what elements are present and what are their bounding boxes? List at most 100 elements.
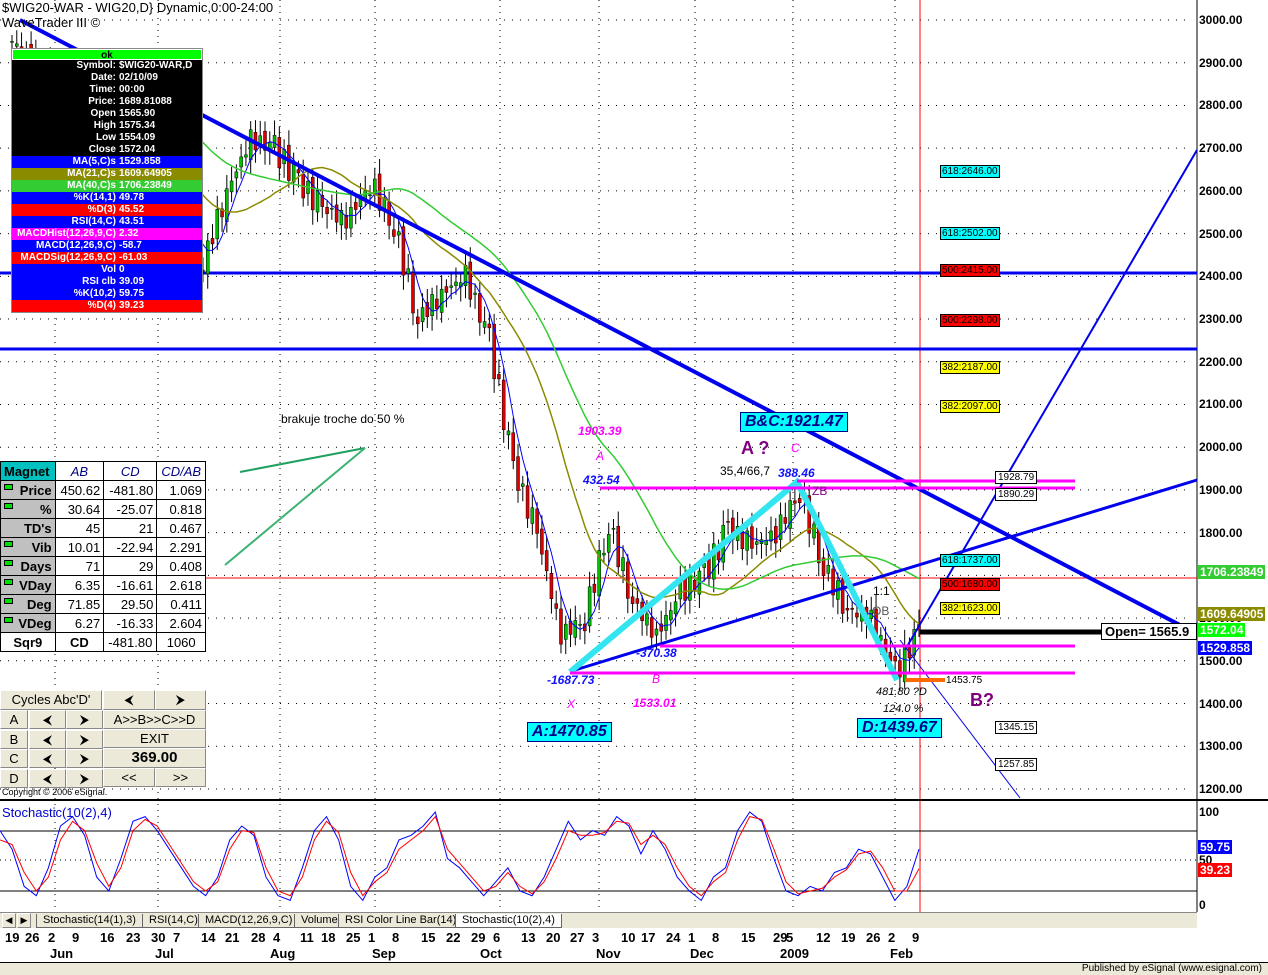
- info-value: 49.78: [119, 192, 145, 203]
- axis-value-tag: 1572.04: [1198, 623, 1246, 637]
- candle: [248, 129, 253, 161]
- candle: [774, 526, 778, 544]
- date-tick: 1: [688, 930, 696, 945]
- cycle-d-next-button[interactable]: ⮞: [66, 768, 103, 788]
- month-label: Dec: [690, 946, 714, 961]
- info-row: %K(10,2) 59.75: [12, 288, 202, 300]
- candle: [530, 507, 535, 524]
- candle: [497, 374, 501, 380]
- info-key: Price:: [88, 96, 116, 107]
- tab-5[interactable]: Stochastic(10(2),4): [455, 914, 562, 928]
- cycle-d-prev-button[interactable]: ⮜: [29, 768, 66, 788]
- toggle-flag[interactable]: [4, 503, 13, 509]
- candle: [416, 316, 420, 325]
- date-tick: 26: [25, 930, 40, 945]
- candle: [592, 583, 597, 593]
- price-box: 1345.15: [995, 721, 1038, 734]
- scroll-right-icon[interactable]: ▶: [17, 913, 31, 928]
- candle: [478, 293, 482, 323]
- candle: [473, 292, 477, 295]
- toggle-flag[interactable]: [4, 484, 13, 490]
- cd-cell: 21: [103, 518, 158, 538]
- candle: [344, 214, 348, 229]
- info-row: MA(5,C)s 1529.858: [12, 156, 202, 168]
- bc-label: B&C:1921.47: [740, 412, 848, 432]
- label-1903: 1903.39: [578, 424, 622, 438]
- magnet-header: Magnet: [0, 461, 56, 481]
- candle: [549, 572, 554, 599]
- date-tick: 24: [666, 930, 681, 945]
- candle: [435, 298, 439, 310]
- info-key: MACDHist(12,26,9,C): [17, 228, 116, 239]
- date-tick: 6: [493, 930, 501, 945]
- exit-button[interactable]: EXIT: [103, 729, 206, 748]
- candle: [521, 483, 525, 487]
- scroll-left-icon[interactable]: ◀: [2, 913, 16, 928]
- candle: [349, 207, 353, 229]
- point-a: A: [596, 449, 605, 463]
- cycle-a-next-button[interactable]: ⮞: [66, 710, 103, 729]
- info-key: Time:: [89, 84, 117, 95]
- b-question: B?: [970, 690, 994, 710]
- toggle-flag[interactable]: [4, 541, 13, 547]
- cycle-c-next-button[interactable]: ⮞: [66, 749, 103, 768]
- fib-level-label: 618:1737.00: [940, 553, 1000, 567]
- magnet-table: Magnet AB CD CD/AB Price 450.62 -481.80 1.069% 3…: [0, 461, 206, 652]
- toggle-flag[interactable]: [4, 617, 13, 623]
- ab-cell: 30.64: [54, 499, 105, 519]
- date-tick: 17: [641, 930, 656, 945]
- info-key: MA(21,C)s: [67, 168, 116, 179]
- candle: [855, 612, 859, 618]
- date-tick: 11: [300, 930, 314, 945]
- date-tick: 22: [446, 930, 461, 945]
- cycle-c-prev-button[interactable]: ⮜: [29, 749, 66, 768]
- cycle-value: 369.00: [103, 748, 206, 768]
- cd-cell: 29: [103, 556, 158, 576]
- cycle-b-next-button[interactable]: ⮞: [66, 729, 103, 749]
- sequence-button[interactable]: A>>B>>C>>D: [103, 710, 206, 729]
- info-key: High: [93, 120, 116, 131]
- toggle-flag[interactable]: [4, 579, 13, 585]
- cd-cell: -25.07: [103, 499, 158, 519]
- tab-2[interactable]: MACD(12,26,9,C): [198, 914, 300, 928]
- rewind-button[interactable]: <<: [103, 768, 155, 787]
- cycle-b-prev-button[interactable]: ⮜: [29, 729, 66, 749]
- month-label: Feb: [890, 946, 914, 961]
- price-axis-label: 2700.00: [1199, 141, 1243, 156]
- cycle-prev-button[interactable]: ⮜: [103, 690, 155, 710]
- status-ok[interactable]: ok: [12, 49, 202, 61]
- date-tick: 23: [126, 930, 141, 945]
- toggle-flag[interactable]: [4, 560, 13, 566]
- info-key: %K(14,1): [73, 192, 116, 203]
- date-tick: 15: [421, 930, 436, 945]
- candle: [606, 534, 611, 553]
- cycle-next-button[interactable]: ⮞: [155, 690, 206, 710]
- magnet-row-label: %: [0, 499, 56, 519]
- price-axis-label: 3000.00: [1199, 13, 1243, 27]
- ab-cell: 71: [54, 556, 105, 576]
- price-axis-label: 2500.00: [1199, 226, 1243, 241]
- d-label: D:1439.67: [857, 718, 942, 738]
- price-axis-label: 1900.00: [1199, 482, 1243, 497]
- info-value: 39.09: [119, 276, 145, 287]
- toggle-flag[interactable]: [4, 598, 13, 604]
- tab-0[interactable]: Stochastic(14(1),3): [36, 914, 143, 928]
- fib-level-label: 618:2646.00: [940, 165, 1000, 179]
- cycle-a-prev-button[interactable]: ⮜: [29, 710, 66, 729]
- forward-button[interactable]: >>: [155, 768, 206, 787]
- candle: [468, 261, 473, 300]
- ratio-cell: 0.411: [156, 594, 206, 614]
- arrow: [224, 447, 366, 566]
- magnet-row-label: Vib: [0, 537, 56, 557]
- info-row: MACD(12,26,9,C) -58.7: [12, 240, 202, 252]
- date-tick: 29: [471, 930, 486, 945]
- month-label: Oct: [480, 946, 502, 961]
- candle: [563, 623, 568, 640]
- tab-4[interactable]: RSI Color Line Bar(14): [338, 914, 464, 928]
- info-key: Open: [90, 108, 116, 119]
- month-label: Aug: [270, 946, 296, 961]
- copyright: Copyright © 2006 eSignal.: [2, 787, 108, 797]
- tab-1[interactable]: RSI(14,C): [142, 914, 205, 928]
- fib-level-label: 382:2187.00: [940, 361, 1000, 375]
- candle: [454, 281, 458, 286]
